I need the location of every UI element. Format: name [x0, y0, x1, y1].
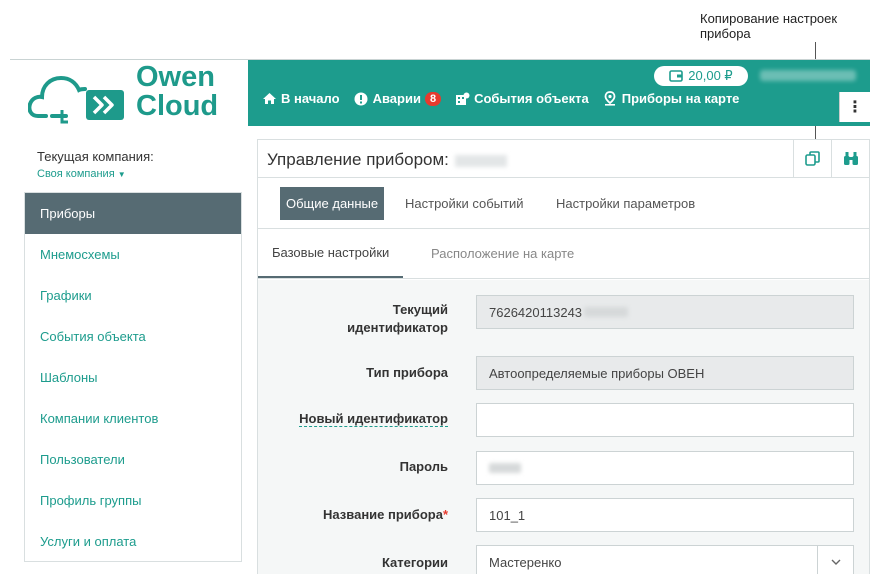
company-selector-label: Своя компания	[37, 168, 115, 180]
binoculars-icon	[843, 152, 858, 165]
sidebar-item-devices[interactable]: Приборы	[25, 193, 241, 234]
subtab-basic-settings[interactable]: Базовые настройки	[258, 229, 404, 278]
map-pin-icon	[603, 91, 618, 106]
new-id-input[interactable]	[476, 403, 854, 437]
sidebar-item-label: Графики	[40, 288, 92, 303]
new-id-label: Новый идентификатор	[258, 410, 448, 428]
device-type-field: Автоопределяемые приборы ОВЕН	[476, 356, 854, 390]
kebab-icon: ⋮	[847, 99, 863, 116]
callout-line2: прибора	[700, 26, 751, 41]
device-name-value: 101_1	[489, 507, 526, 523]
sidebar-item-object-events[interactable]: События объекта	[25, 316, 241, 357]
copy-icon	[805, 151, 820, 166]
tab-label: Настройки событий	[405, 196, 524, 211]
sidebar-item-client-companies[interactable]: Компании клиентов	[25, 398, 241, 439]
find-device-button[interactable]	[831, 140, 869, 177]
password-blurred	[489, 463, 521, 473]
logo-word-cloud: Cloud	[136, 90, 219, 122]
callout-line1: Копирование настроек	[700, 11, 838, 26]
wallet-icon	[669, 70, 684, 82]
sidebar-item-mnemoschemes[interactable]: Мнемосхемы	[25, 234, 241, 275]
current-id-label: Текущий идентификатор	[258, 301, 448, 337]
device-name-input[interactable]: 101_1	[476, 498, 854, 532]
sidebar-item-group-profile[interactable]: Профиль группы	[25, 480, 241, 521]
subtab-map-location[interactable]: Расположение на карте	[431, 229, 574, 278]
tab-label: Общие данные	[286, 196, 379, 211]
required-marker: *	[442, 507, 448, 522]
new-id-label-text: Новый идентификатор	[299, 411, 448, 427]
copy-settings-callout: Копирование настроек прибора	[700, 11, 870, 41]
device-name-label: Название прибора*	[258, 506, 448, 524]
balance-pill[interactable]: 20,00 ₽	[654, 66, 748, 86]
page-title-text: Управление прибором:	[267, 150, 449, 169]
subtab-label: Расположение на карте	[431, 246, 575, 261]
nav-object-events[interactable]: События объекта	[455, 91, 589, 106]
alarms-count-badge: 8	[424, 91, 442, 106]
sidebar-menu: Приборы Мнемосхемы Графики События объек…	[24, 192, 242, 562]
device-type-value: Автоопределяемые приборы ОВЕН	[489, 365, 705, 381]
tab-label: Настройки параметров	[556, 196, 696, 211]
nav-alarms[interactable]: Аварии 8	[354, 91, 442, 106]
device-management-panel: Управление прибором: Общие данные Настро…	[257, 139, 870, 574]
copy-settings-button[interactable]	[793, 140, 831, 177]
nav-home-label: В начало	[281, 91, 340, 106]
device-name-blurred	[454, 154, 507, 167]
nav-home[interactable]: В начало	[262, 91, 340, 106]
logo-word-owen: Owen	[136, 61, 215, 93]
nav-devices-map[interactable]: Приборы на карте	[603, 91, 740, 106]
tab-general-data[interactable]: Общие данные	[280, 187, 385, 220]
device-settings-form: Текущий идентификатор 7626420113243 Тип …	[258, 280, 869, 574]
events-icon	[455, 91, 470, 106]
sidebar-item-label: Приборы	[40, 206, 96, 221]
chevron-down-icon[interactable]	[817, 546, 853, 574]
nav-devices-map-label: Приборы на карте	[621, 91, 740, 106]
sidebar-item-label: Услуги и оплата	[40, 534, 137, 549]
company-selector-link[interactable]: Своя компания ▼	[37, 168, 126, 180]
page-title: Управление прибором:	[267, 150, 507, 170]
sidebar-item-label: Шаблоны	[40, 370, 98, 385]
sidebar-item-label: События объекта	[40, 329, 146, 344]
current-id-value: 7626420113243	[489, 304, 583, 320]
more-menu-button[interactable]: ⋮	[839, 92, 870, 122]
sidebar-item-users[interactable]: Пользователи	[25, 439, 241, 480]
current-id-field: 7626420113243	[476, 295, 854, 329]
sidebar-item-label: Пользователи	[40, 452, 125, 467]
alert-icon	[354, 91, 369, 106]
subtab-label: Базовые настройки	[272, 245, 390, 260]
sidebar-item-services-payment[interactable]: Услуги и оплата	[25, 521, 241, 562]
main-tabs: Общие данные Настройки событий Настройки…	[258, 178, 869, 229]
sidebar-item-label: Компании клиентов	[40, 411, 159, 426]
app-header: Owen Cloud 20,00 ₽ В начало Аварии 8 Соб…	[10, 59, 870, 126]
sub-tabs: Базовые настройки Расположение на карте	[258, 229, 869, 279]
sidebar-item-templates[interactable]: Шаблоны	[25, 357, 241, 398]
nav-object-events-label: События объекта	[474, 91, 589, 106]
current-id-label-line1: Текущий	[392, 302, 448, 317]
balance-amount: 20,00 ₽	[688, 68, 733, 83]
home-icon	[262, 91, 277, 106]
category-select[interactable]: Мастеренко	[476, 545, 854, 574]
category-value: Мастеренко	[489, 554, 562, 570]
sidebar-item-label: Мнемосхемы	[40, 247, 120, 262]
main-nav: В начало Аварии 8 События объекта Прибор…	[262, 91, 753, 106]
nav-alarms-label: Аварии	[372, 91, 421, 106]
current-company-label: Текущая компания:	[37, 149, 154, 164]
owen-cloud-logo[interactable]: Owen Cloud	[10, 60, 248, 126]
device-name-label-text: Название прибора	[323, 507, 443, 522]
current-id-label-line2: идентификатор	[347, 320, 448, 335]
current-id-blurred-part	[584, 307, 629, 317]
tab-parameter-settings[interactable]: Настройки параметров	[550, 187, 701, 220]
device-type-label: Тип прибора	[366, 365, 448, 380]
caret-down-icon: ▼	[117, 170, 126, 179]
sidebar-item-label: Профиль группы	[40, 493, 142, 508]
password-label: Пароль	[399, 459, 448, 474]
tab-event-settings[interactable]: Настройки событий	[399, 187, 530, 220]
password-input[interactable]	[476, 451, 854, 485]
cloud-logo-icon	[28, 75, 124, 124]
category-label: Категории	[381, 555, 448, 570]
logo-wordmark: Owen Cloud	[136, 63, 218, 121]
top-navigation-bar: 20,00 ₽ В начало Аварии 8 События объект…	[248, 60, 870, 126]
panel-header: Управление прибором:	[258, 140, 869, 178]
sidebar-item-charts[interactable]: Графики	[25, 275, 241, 316]
user-name-blurred[interactable]	[760, 70, 856, 81]
